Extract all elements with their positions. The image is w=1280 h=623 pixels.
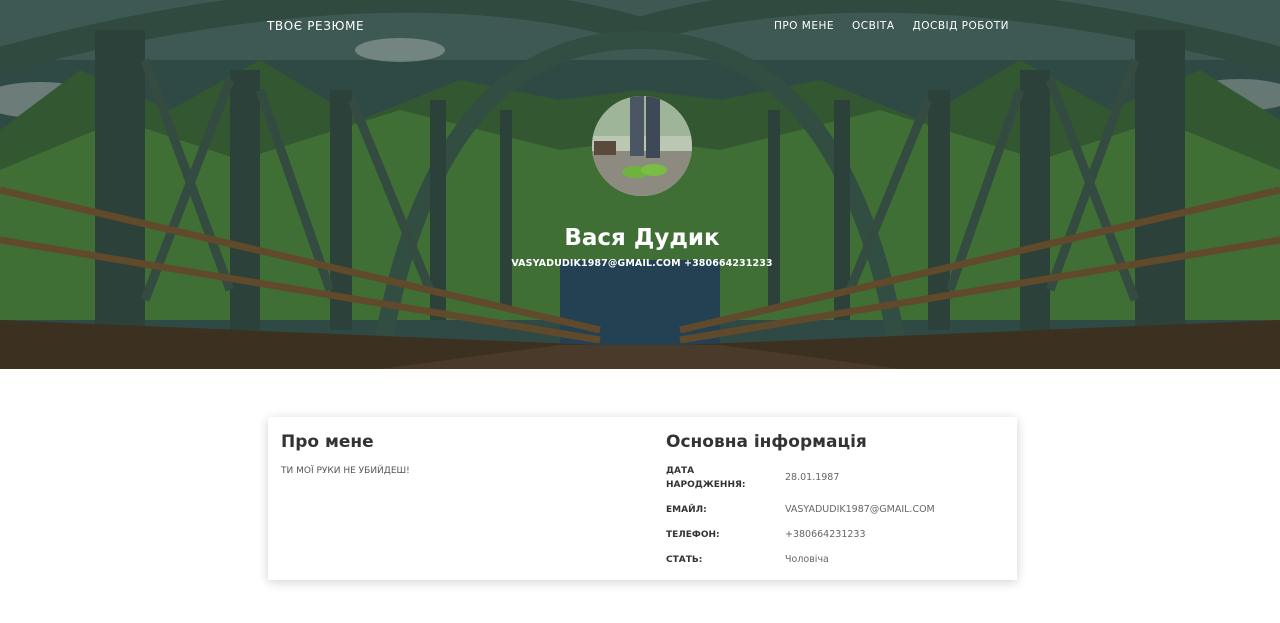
top-navbar: ТВОЄ РЕЗЮМЕ ПРО МЕНЕ ОСВІТА ДОСВІД РОБОТ… bbox=[267, 0, 1009, 52]
info-label: ТЕЛЕФОН: bbox=[666, 530, 720, 540]
profile-contact: VASYADUDIK1987@GMAIL.COM +380664231233 bbox=[511, 258, 773, 269]
info-value: Чоловіча bbox=[785, 554, 829, 565]
nav-link-about[interactable]: ПРО МЕНЕ bbox=[774, 20, 834, 32]
hero-banner: ТВОЄ РЕЗЮМЕ ПРО МЕНЕ ОСВІТА ДОСВІД РОБОТ… bbox=[0, 0, 1280, 369]
about-text: ТИ МОЇ РУКИ НЕ УБИЙДЕШ! bbox=[281, 466, 410, 476]
avatar bbox=[592, 96, 692, 196]
resume-card: Про мене ТИ МОЇ РУКИ НЕ УБИЙДЕШ! Основна… bbox=[268, 417, 1017, 580]
profile-name: Вася Дудик bbox=[564, 225, 720, 251]
avatar-photo bbox=[592, 96, 692, 196]
info-label: ДАТА НАРОДЖЕННЯ: bbox=[666, 466, 746, 490]
nav-link-education[interactable]: ОСВІТА bbox=[852, 20, 895, 32]
about-heading: Про мене bbox=[281, 432, 374, 452]
brand-link[interactable]: ТВОЄ РЕЗЮМЕ bbox=[267, 19, 364, 33]
info-label: ЕМАЙЛ: bbox=[666, 505, 707, 515]
nav-link-experience[interactable]: ДОСВІД РОБОТИ bbox=[913, 20, 1009, 32]
nav-menu: ПРО МЕНЕ ОСВІТА ДОСВІД РОБОТИ bbox=[774, 20, 1009, 32]
info-value: 28.01.1987 bbox=[785, 472, 840, 483]
info-label: СТАТЬ: bbox=[666, 555, 703, 565]
info-heading: Основна інформація bbox=[666, 432, 867, 452]
info-value: VASYADUDIK1987@GMAIL.COM bbox=[785, 504, 935, 515]
info-value: +380664231233 bbox=[785, 529, 866, 540]
